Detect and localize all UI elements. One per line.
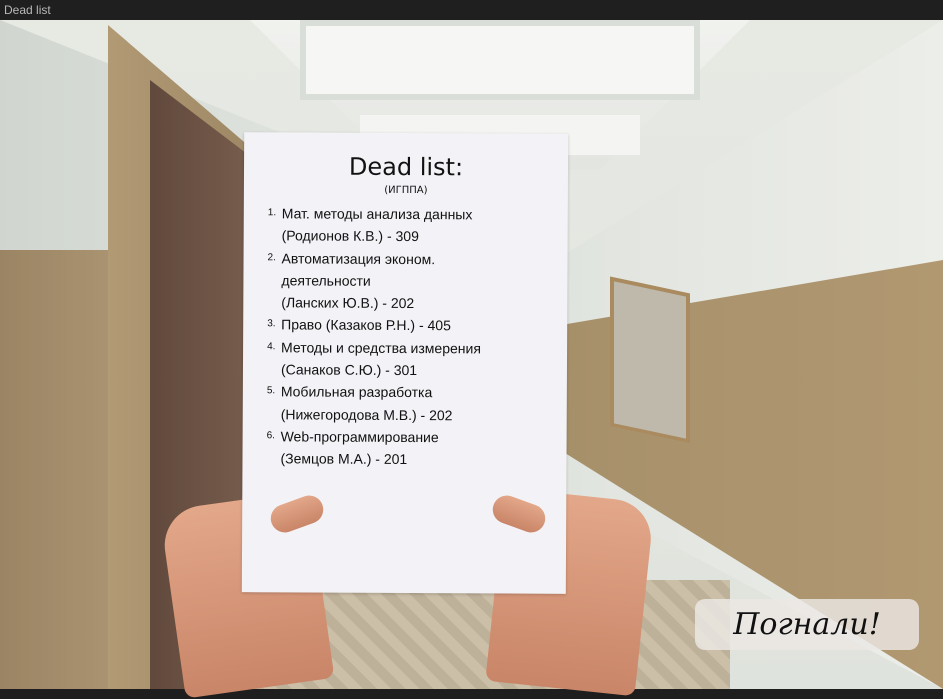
list-item: 6. Web-программирование (Земцов М.А.) - 20… (266, 425, 566, 471)
subject-list: 1. Мат. методы анализа данных (Родионов К.… (266, 202, 567, 471)
item-line: деятельности (281, 272, 371, 289)
item-line: Право (Казаков Р.Н.) - 405 (281, 316, 451, 334)
list-item: 2. Автоматизация эконом. деятельности (Ланс… (267, 247, 567, 315)
item-line: Автоматизация эконом. (281, 249, 436, 267)
paper-subtitle: (ИГППА) (384, 184, 428, 197)
item-line: Мобильная разработка (280, 383, 433, 401)
item-number: 6. (266, 430, 275, 442)
item-line: Методы и средства измерения (281, 339, 481, 357)
item-number: 4. (267, 341, 276, 353)
item-line: Мат. методы анализа данных (281, 205, 473, 223)
list-item: 1. Мат. методы анализа данных (Родионов К.… (268, 202, 568, 248)
item-number: 2. (267, 251, 276, 263)
item-line: (Санаков С.Ю.) - 301 (280, 361, 418, 379)
list-item: 3. Право (Казаков Р.Н.) - 405 (267, 314, 567, 338)
window-title-bar: Dead list (0, 0, 943, 20)
item-line: (Земцов М.А.) - 201 (280, 450, 408, 468)
item-number: 1. (267, 207, 277, 219)
item-line: (Нижегородова М.В.) - 202 (280, 406, 453, 423)
item-line: (Родионов К.В.) - 309 (281, 227, 419, 245)
list-item: 4. Методы и средства измерения (Санаков С.… (267, 336, 567, 382)
item-number: 3. (267, 318, 276, 330)
paper-title: Dead list: (348, 152, 464, 182)
go-button[interactable]: Погнали! (695, 599, 919, 650)
window-title: Dead list (4, 3, 51, 17)
list-item: 5. Мобильная разработка (Нижегородова М.В.… (267, 381, 567, 427)
item-line: (Ланских Ю.В.) - 202 (281, 294, 415, 312)
item-number: 5. (266, 385, 276, 397)
item-line: Web-программирование (280, 428, 439, 446)
